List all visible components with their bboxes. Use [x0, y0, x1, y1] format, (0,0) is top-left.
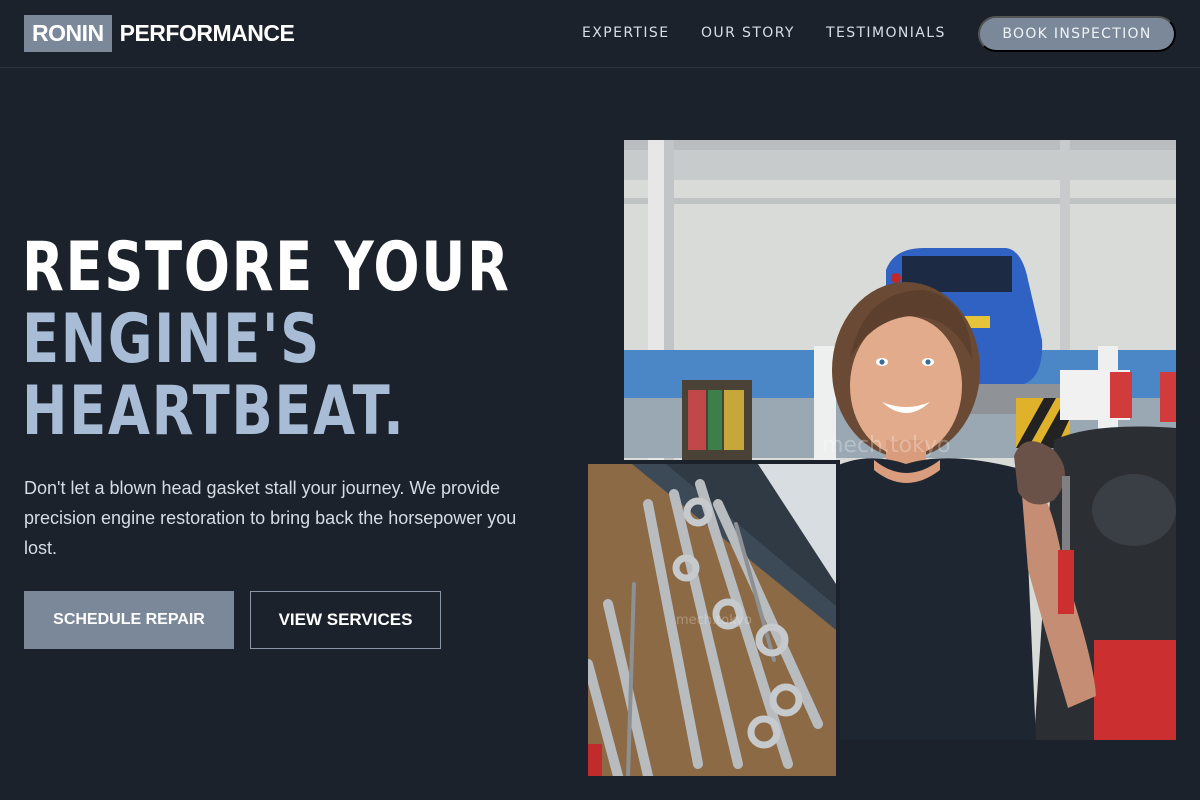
garage-watermark: mech.tokyo — [822, 433, 951, 458]
wrench-drawer-photo: mech.tokyo — [588, 464, 836, 776]
nav-link-our-story[interactable]: OUR STORY — [701, 25, 795, 41]
brand-logo[interactable]: RONIN PERFORMANCE — [24, 15, 295, 52]
top-navigation: RONIN PERFORMANCE EXPERTISE OUR STORY TE… — [0, 0, 1200, 68]
headline-line-3: HEARTBEAT. — [22, 372, 406, 451]
logo-mark: RONIN — [24, 15, 112, 52]
book-inspection-button[interactable]: BOOK INSPECTION — [978, 16, 1176, 52]
hero-description: Don't let a blown head gasket stall your… — [24, 478, 517, 558]
view-services-button[interactable]: VIEW SERVICES — [250, 591, 441, 649]
logo-wordmark: PERFORMANCE — [119, 20, 295, 46]
hero-headline: RESTORE YOUR ENGINE'S HEARTBEAT. — [22, 228, 511, 451]
nav-link-testimonials[interactable]: TESTIMONIALS — [826, 25, 946, 41]
tools-watermark: mech.tokyo — [676, 613, 752, 628]
headline-line-2: ENGINE'S — [22, 300, 321, 379]
nav-link-expertise[interactable]: EXPERTISE — [582, 25, 669, 41]
headline-line-1: RESTORE YOUR — [22, 228, 511, 307]
wrench-drawer-illustration: mech.tokyo — [588, 464, 836, 776]
schedule-repair-button[interactable]: SCHEDULE REPAIR — [24, 591, 234, 649]
